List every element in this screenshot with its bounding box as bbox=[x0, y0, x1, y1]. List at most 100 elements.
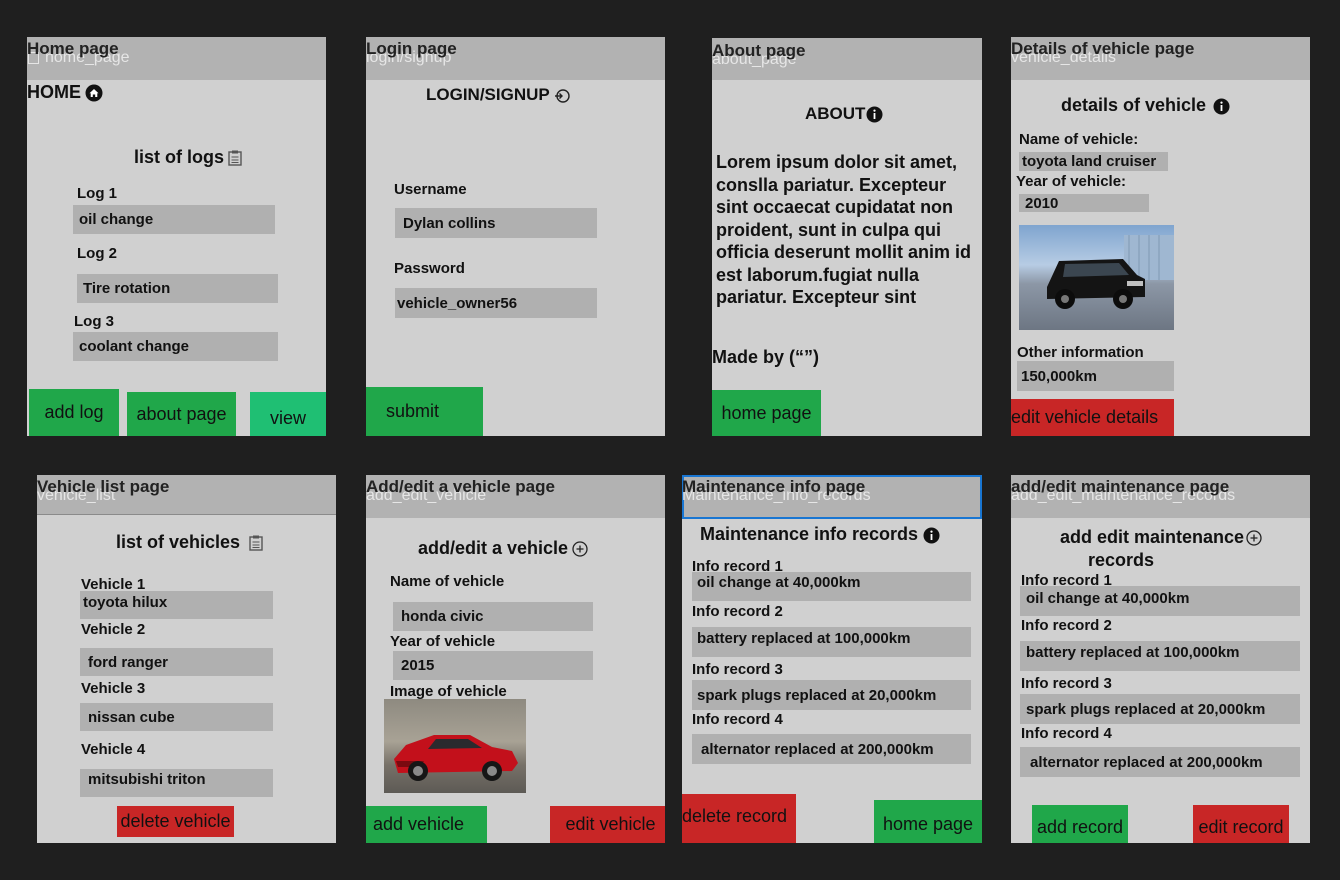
vehicle-list-frame: vehicle_list Vehicle list page list of v… bbox=[37, 475, 336, 843]
vehicle-field[interactable]: nissan cube bbox=[80, 703, 273, 731]
suv-image bbox=[1047, 235, 1174, 309]
frame-header: Maintenance_info_records Maintenance inf… bbox=[682, 475, 982, 519]
page-heading-text: add/edit a vehicle bbox=[418, 538, 569, 558]
frame-title: Home page bbox=[27, 39, 119, 58]
log-label: Log 2 bbox=[77, 245, 117, 262]
about-text: Lorem ipsum dolor sit amet, conslla pari… bbox=[716, 152, 972, 307]
clipboard-icon bbox=[228, 150, 242, 166]
vehicle-name-field[interactable]: toyota land cruiser bbox=[1019, 152, 1168, 171]
info-icon bbox=[866, 106, 883, 123]
log-field[interactable]: oil change bbox=[73, 205, 275, 234]
delete-vehicle-button[interactable]: delete vehicle bbox=[117, 806, 234, 837]
username-input[interactable]: Dylan collins bbox=[395, 208, 597, 238]
record-field[interactable]: battery replaced at 100,000km bbox=[1020, 641, 1300, 671]
frame-title: Vehicle list page bbox=[37, 477, 170, 496]
record-label: Info record 2 bbox=[692, 603, 783, 620]
add-circle-icon bbox=[572, 541, 588, 557]
frame-header: login/signup Login page bbox=[366, 37, 665, 80]
page-heading-text: ABOUT bbox=[805, 104, 866, 123]
vehicle-name-input[interactable]: honda civic bbox=[393, 602, 593, 631]
frame-title: Maintenance info page bbox=[682, 477, 866, 496]
page-heading-text: add edit maintenance bbox=[1060, 527, 1245, 547]
info-icon bbox=[1213, 98, 1230, 115]
add-edit-vehicle-frame: add_edit_vehicle Add/edit a vehicle page… bbox=[366, 475, 665, 843]
other-info-field[interactable]: 150,000km bbox=[1017, 361, 1174, 391]
edit-vehicle-details-button[interactable]: edit vehicle details bbox=[1011, 399, 1174, 436]
page-heading: add edit maintenance bbox=[1060, 527, 1262, 548]
page-heading: Maintenance info records bbox=[700, 524, 940, 545]
record-field[interactable]: alternator replaced at 200,000km bbox=[1020, 747, 1300, 777]
vehicle-label: Vehicle 2 bbox=[81, 621, 146, 638]
page-heading-line2: records bbox=[1088, 550, 1155, 570]
home-icon bbox=[85, 84, 103, 102]
vehicle-image[interactable] bbox=[384, 699, 526, 793]
frame-header: add_edit_vehicle Add/edit a vehicle page bbox=[366, 475, 665, 518]
page-heading-text: details of vehicle bbox=[1061, 95, 1207, 115]
made-by-text: Made by (“”) bbox=[712, 347, 820, 367]
frame-header: vehicle_details Details of vehicle page bbox=[1011, 37, 1310, 80]
delete-record-button[interactable]: delete record bbox=[682, 794, 796, 843]
frame-header: vehicle_list Vehicle list page bbox=[37, 475, 336, 515]
vehicle-year-label: Year of vehicle: bbox=[1016, 173, 1127, 190]
record-field[interactable]: battery replaced at 100,000km bbox=[692, 627, 971, 657]
edit-vehicle-button[interactable]: edit vehicle bbox=[550, 806, 665, 843]
page-heading: add/edit a vehicle bbox=[418, 538, 588, 559]
page-heading: list of vehicles bbox=[116, 532, 263, 553]
vehicle-field[interactable]: ford ranger bbox=[80, 648, 273, 676]
record-field[interactable]: oil change at 40,000km bbox=[692, 572, 971, 601]
frame-title: Details of vehicle page bbox=[1011, 39, 1195, 58]
password-input[interactable]: vehicle_owner56 bbox=[395, 288, 597, 318]
edit-record-button[interactable]: edit record bbox=[1193, 805, 1289, 843]
record-label: Info record 3 bbox=[1021, 675, 1112, 692]
vehicle-details-frame: vehicle_details Details of vehicle page … bbox=[1011, 37, 1310, 436]
info-icon bbox=[923, 527, 940, 544]
page-heading: LOGIN/SIGNUP bbox=[426, 85, 570, 105]
home-page-button[interactable]: home page bbox=[874, 800, 982, 843]
page-heading-text: list of vehicles bbox=[116, 532, 241, 552]
page-heading-text: Maintenance info records bbox=[700, 524, 919, 544]
frame-title: Login page bbox=[366, 39, 457, 58]
clipboard-icon bbox=[249, 535, 263, 551]
vehicle-label: Vehicle 3 bbox=[81, 680, 146, 697]
log-label: Log 1 bbox=[77, 185, 117, 202]
log-label: Log 3 bbox=[74, 313, 114, 330]
record-label: Info record 4 bbox=[692, 711, 783, 728]
record-field[interactable]: oil change at 40,000km bbox=[1020, 586, 1300, 616]
vehicle-label: Vehicle 4 bbox=[81, 741, 146, 758]
page-heading-text: LOGIN/SIGNUP bbox=[426, 85, 550, 104]
view-button[interactable]: view bbox=[250, 392, 326, 436]
record-label: Info record 3 bbox=[692, 661, 783, 678]
car-image bbox=[394, 735, 518, 781]
page-heading: details of vehicle bbox=[1061, 95, 1230, 116]
home-page-button[interactable]: home page bbox=[712, 390, 821, 436]
vehicle-year-field[interactable]: 2010 bbox=[1019, 194, 1149, 212]
record-field[interactable]: spark plugs replaced at 20,000km bbox=[692, 680, 971, 710]
vehicle-name-label: Name of vehicle: bbox=[1019, 131, 1139, 148]
about-page-button[interactable]: about page bbox=[127, 392, 236, 436]
page-heading: HOME bbox=[27, 82, 103, 103]
page-heading-text: HOME bbox=[27, 82, 81, 102]
password-label: Password bbox=[394, 260, 465, 277]
record-label: Info record 4 bbox=[1021, 725, 1112, 742]
add-log-button[interactable]: add log bbox=[29, 389, 119, 436]
frame-header: about_page About page bbox=[712, 38, 982, 80]
record-field[interactable]: spark plugs replaced at 20,000km bbox=[1020, 694, 1300, 724]
add-vehicle-button[interactable]: add vehicle bbox=[366, 806, 487, 843]
list-title: list of logs bbox=[134, 147, 242, 168]
about-page-frame: about_page About page ABOUT Lorem ipsum … bbox=[712, 38, 982, 436]
frame-header: home_page Home page bbox=[27, 37, 326, 80]
list-title-text: list of logs bbox=[134, 147, 224, 167]
vehicle-image-label: Image of vehicle bbox=[390, 683, 507, 700]
log-field[interactable]: coolant change bbox=[73, 332, 278, 361]
frame-title: add/edit maintenance page bbox=[1011, 477, 1230, 496]
log-field[interactable]: Tire rotation bbox=[77, 274, 278, 303]
vehicle-field[interactable]: mitsubishi triton bbox=[80, 769, 273, 797]
vehicle-field[interactable]: toyota hilux bbox=[80, 591, 273, 619]
submit-button[interactable]: submit bbox=[366, 387, 483, 436]
vehicle-year-input[interactable]: 2015 bbox=[393, 651, 593, 680]
vehicle-year-label: Year of vehicle bbox=[390, 633, 496, 650]
record-label: Info record 2 bbox=[1021, 617, 1112, 634]
add-record-button[interactable]: add record bbox=[1032, 805, 1128, 843]
record-field[interactable]: alternator replaced at 200,000km bbox=[692, 734, 971, 764]
login-icon bbox=[554, 88, 570, 103]
